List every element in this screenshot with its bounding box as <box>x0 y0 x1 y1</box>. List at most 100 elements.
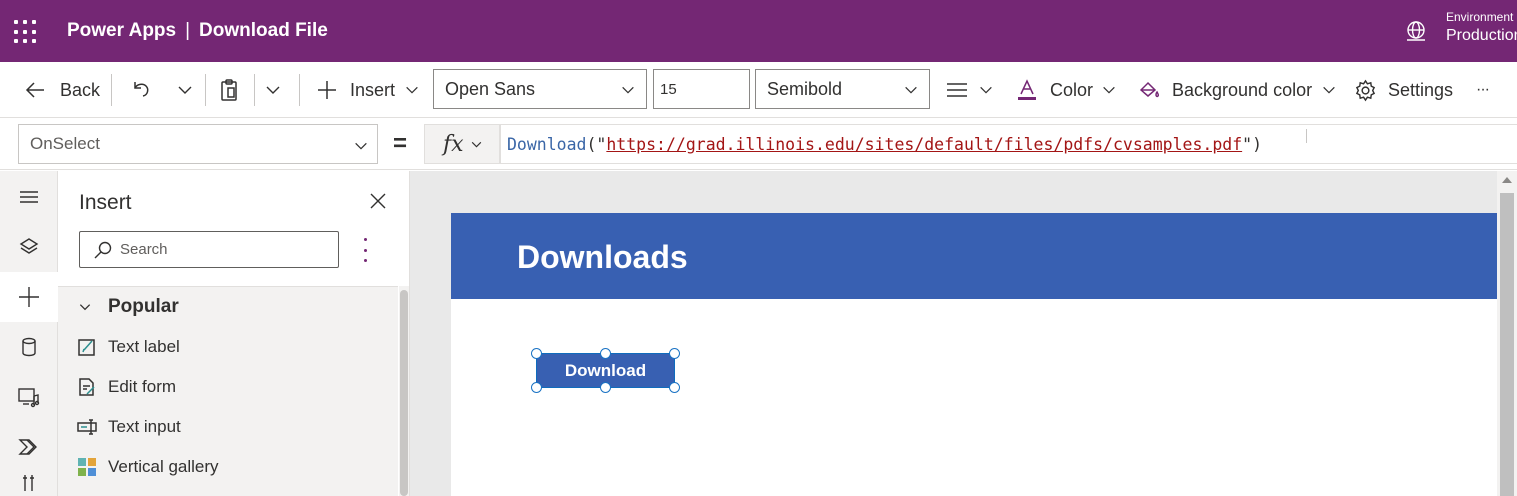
formula-close-paren: ) <box>1252 134 1262 154</box>
canvas-scrollbar[interactable] <box>1497 171 1517 496</box>
app-launcher-icon[interactable] <box>14 20 38 44</box>
list-item-vertical-gallery[interactable]: Vertical gallery <box>77 457 219 477</box>
environment-value[interactable]: Production <box>1446 27 1517 45</box>
app-screen[interactable]: Downloads Download <box>451 213 1497 496</box>
chevron-down-icon <box>266 86 280 94</box>
media-icon <box>18 388 40 408</box>
search-icon <box>94 241 112 259</box>
list-item-label: Edit form <box>108 377 177 396</box>
align-icon <box>947 83 967 97</box>
color-button[interactable]: Color <box>1016 62 1117 118</box>
plus-icon <box>318 81 336 99</box>
search-input[interactable]: Search <box>79 231 339 268</box>
fx-icon: fx <box>443 131 464 157</box>
list-item-text-label[interactable]: Text label <box>77 337 180 357</box>
divider <box>111 74 112 106</box>
property-dropdown[interactable]: OnSelect <box>18 124 378 164</box>
formula-function: Download <box>507 134 587 154</box>
resize-handle[interactable] <box>669 382 680 393</box>
resize-handle[interactable] <box>531 348 542 359</box>
rail-advanced-tools[interactable] <box>0 472 58 496</box>
rail-power-automate[interactable] <box>0 422 58 472</box>
resize-handle[interactable] <box>669 348 680 359</box>
group-popular[interactable]: Popular <box>78 296 179 318</box>
undo-dropdown[interactable] <box>176 62 194 118</box>
database-icon <box>22 337 36 357</box>
formula-bar: OnSelect = fx Download(" https://grad.ill… <box>0 118 1517 170</box>
paint-bucket-icon <box>1139 81 1160 98</box>
font-size-input[interactable]: 15 <box>653 69 750 109</box>
font-weight-dropdown[interactable]: Semibold <box>755 69 930 109</box>
more-options-icon[interactable] <box>364 238 368 262</box>
undo-button[interactable] <box>130 62 154 118</box>
chevron-down-icon <box>622 86 634 94</box>
rail-media[interactable] <box>0 372 58 422</box>
insert-button[interactable]: Insert <box>316 62 420 118</box>
font-family-dropdown[interactable]: Open Sans <box>433 69 647 109</box>
chevron-down-icon <box>980 86 992 94</box>
color-label: Color <box>1050 79 1094 100</box>
environment-label: Environment <box>1446 10 1514 24</box>
panel-scrollbar[interactable] <box>399 286 409 496</box>
gear-icon <box>1355 79 1376 101</box>
list-item-label: Vertical gallery <box>108 457 219 476</box>
clipboard-icon <box>221 79 237 101</box>
list-item-label: Text input <box>108 417 181 436</box>
rail-insert[interactable] <box>0 272 58 322</box>
formula-url-argument: https://grad.illinois.edu/sites/default/… <box>606 134 1243 154</box>
back-button[interactable]: Back <box>24 62 100 118</box>
edit-form-icon <box>79 378 95 396</box>
back-arrow-icon <box>25 82 44 98</box>
app-name[interactable]: Power Apps <box>67 20 176 41</box>
chevron-down-icon <box>1323 86 1335 94</box>
text-input-icon <box>77 419 97 435</box>
fx-button[interactable]: fx <box>424 124 500 164</box>
resize-handle[interactable] <box>600 382 611 393</box>
rail-menu-button[interactable] <box>0 172 58 222</box>
close-icon[interactable] <box>368 191 388 211</box>
list-item-label: Text label <box>108 337 180 356</box>
settings-button[interactable]: Settings <box>1354 62 1453 118</box>
layers-icon <box>19 238 39 254</box>
screen-header[interactable]: Downloads <box>451 213 1497 299</box>
rail-tree-view[interactable] <box>0 222 58 272</box>
formula-quote: " <box>1242 134 1253 154</box>
background-color-label: Background color <box>1172 79 1313 100</box>
property-value: OnSelect <box>30 134 100 153</box>
resize-handle[interactable] <box>600 348 611 359</box>
insert-label: Insert <box>350 79 396 100</box>
paste-dropdown[interactable] <box>264 62 282 118</box>
font-color-icon <box>1018 79 1036 100</box>
equals-sign: = <box>393 130 408 157</box>
resize-handle[interactable] <box>531 382 542 393</box>
font-weight-value: Semibold <box>767 78 843 99</box>
more-icon: ··· <box>1476 81 1490 98</box>
settings-label: Settings <box>1388 79 1454 100</box>
scroll-up-icon[interactable] <box>1502 177 1512 183</box>
text-caret <box>1306 129 1307 143</box>
scrollbar-thumb[interactable] <box>1500 193 1514 496</box>
formula-input[interactable]: Download(" https://grad.illinois.edu/site… <box>500 124 1517 164</box>
chevron-down-icon <box>471 141 481 147</box>
document-title: Download File <box>199 20 328 41</box>
left-rail <box>0 171 58 496</box>
chevron-down-icon <box>178 86 192 94</box>
chevron-down-icon <box>406 86 418 94</box>
environment-icon[interactable] <box>1404 20 1428 44</box>
background-color-button[interactable]: Background color <box>1137 62 1337 118</box>
list-item-edit-form[interactable]: Edit form <box>77 377 176 397</box>
text-align-button[interactable] <box>946 62 994 118</box>
group-label: Popular <box>108 296 179 317</box>
formula-quote: " <box>596 134 607 154</box>
divider <box>299 74 300 106</box>
paste-button[interactable] <box>217 62 241 118</box>
chevron-down-icon <box>905 86 917 94</box>
rail-data[interactable] <box>0 322 58 372</box>
list-item-text-input[interactable]: Text input <box>77 417 181 437</box>
screen-title[interactable]: Downloads <box>517 239 688 276</box>
app-title: Power Apps | Download File <box>67 20 328 42</box>
more-button[interactable]: ··· <box>1476 62 1490 118</box>
hamburger-icon <box>20 191 38 203</box>
chevron-down-icon <box>355 142 367 150</box>
control-list: Popular Text label Edit form Text input … <box>58 286 398 496</box>
